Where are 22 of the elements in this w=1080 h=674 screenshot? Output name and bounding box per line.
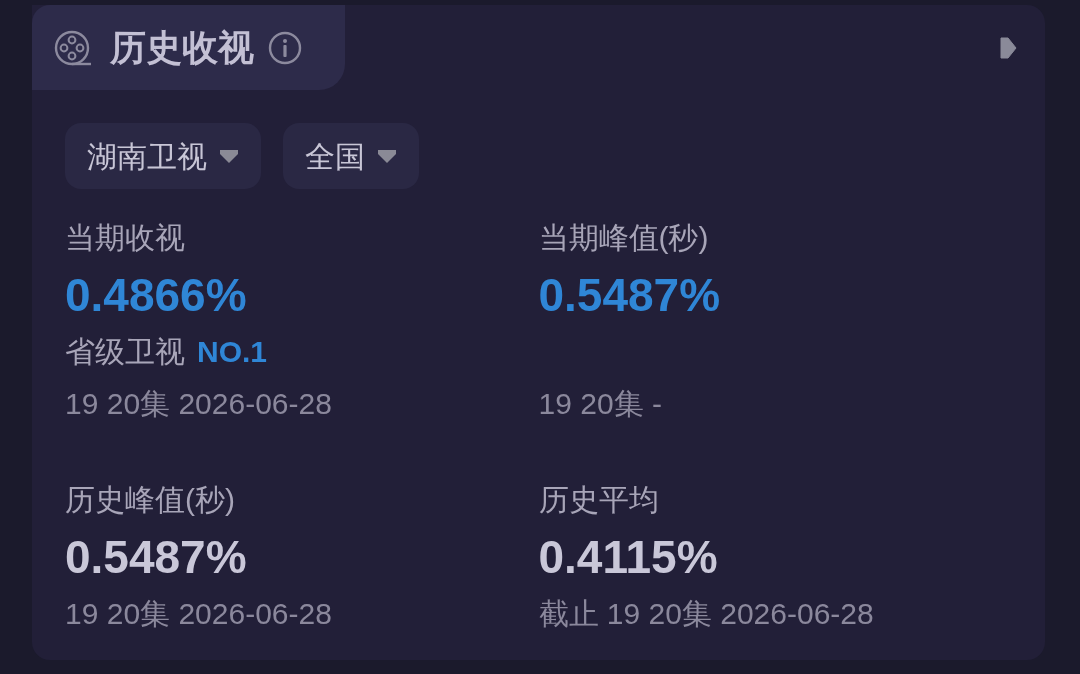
play-icon[interactable] [1000,37,1017,59]
episode-date: 19 20集 - [538,386,662,422]
episode-date: 19 20集 2026-06-28 [65,596,332,632]
dropdown-button[interactable]: 全国 [283,123,419,189]
stat-value: 0.5487% [65,530,247,585]
episode-date: 19 20集 2026-06-28 [65,386,332,422]
film-reel-icon [54,28,92,67]
caret-icon [219,148,239,164]
info-icon[interactable] [268,30,302,65]
rank-value: NO.1 [197,334,268,370]
stat-label: 当期收视 [65,220,185,256]
stat-label: 当期峰值(秒) [538,220,709,256]
stat-label: 历史平均 [538,482,659,518]
dropdown-button[interactable]: 湖南卫视 [65,123,261,189]
stat-value: 0.4115% [538,530,718,585]
rank-label: 省级卫视 [65,334,185,370]
stat-label: 历史峰值(秒) [65,482,235,518]
episode-date: 截止 19 20集 2026-06-28 [538,596,874,632]
stat-value: 0.5487% [538,268,721,323]
stat-value: 0.4866% [65,268,247,323]
panel-title: 历史收视 [110,25,254,70]
caret-icon [377,148,397,164]
